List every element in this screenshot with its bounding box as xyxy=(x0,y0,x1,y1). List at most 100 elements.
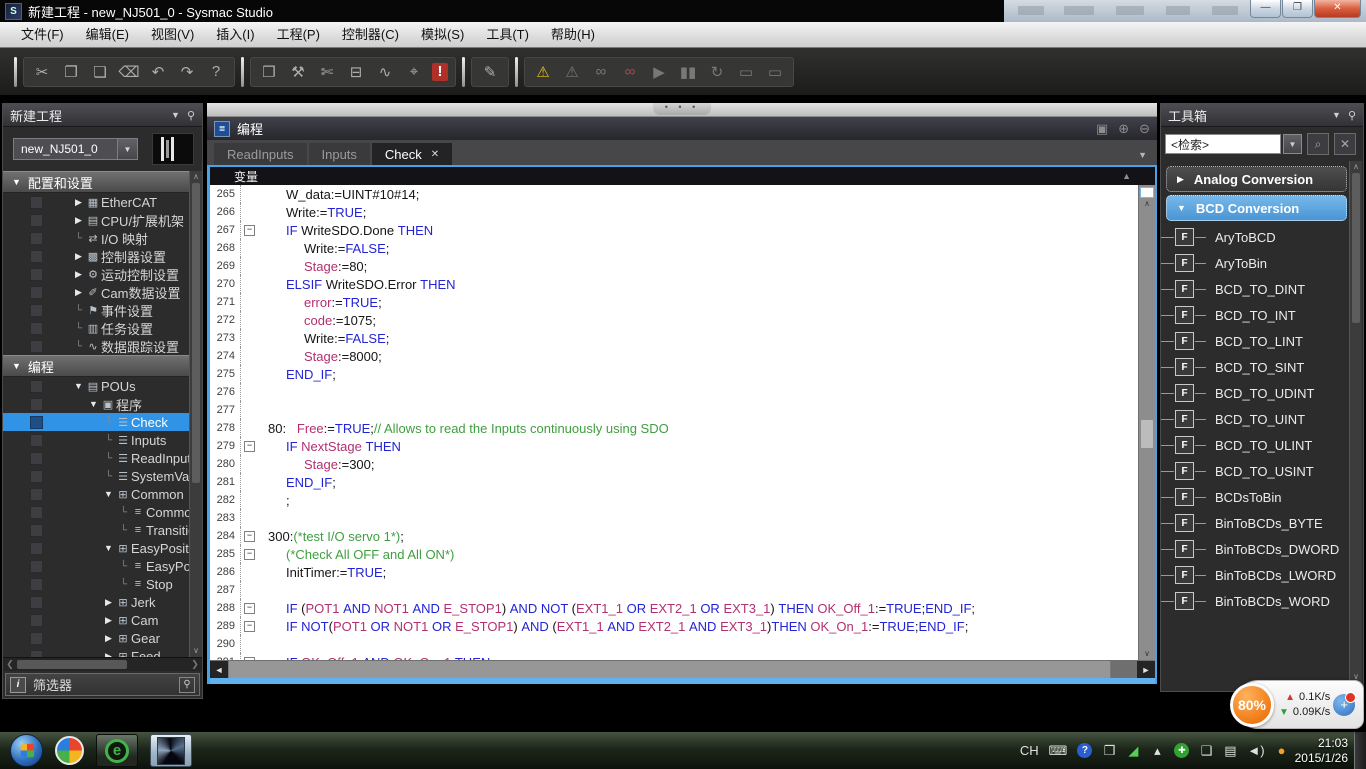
tab-readinputs[interactable]: ReadInputs xyxy=(214,143,307,165)
antivirus-icon[interactable]: ✚ xyxy=(1174,743,1189,758)
toolbox-item-bintobcds-lword[interactable]: FBinToBCDs_LWORD xyxy=(1161,562,1363,588)
watch-window-icon[interactable]: ⊟ xyxy=(345,61,367,83)
item-checkbox[interactable] xyxy=(30,470,43,483)
collapse-box-icon[interactable]: − xyxy=(244,225,255,236)
tree-item-item[interactable]: └⚑事件设置 xyxy=(3,301,202,319)
menu-s[interactable]: 模拟(S) xyxy=(410,24,475,46)
expand-icon[interactable]: ▼ xyxy=(87,399,100,409)
menu-h[interactable]: 帮助(H) xyxy=(540,24,606,46)
code-line[interactable]: 273Write:=FALSE; xyxy=(210,329,1138,347)
tree-item-easypositi[interactable]: └≡EasyPositi xyxy=(3,557,202,575)
search-clear-button[interactable]: ✕ xyxy=(1334,133,1356,155)
section-header-item[interactable]: ▼编程 xyxy=(3,355,202,377)
code-line[interactable]: 270ELSIF WriteSDO.Error THEN xyxy=(210,275,1138,293)
code-line[interactable]: 291−IF OK_Off_1 AND OK_On_1 THEN xyxy=(210,653,1138,660)
menu-v[interactable]: 视图(V) xyxy=(140,24,205,46)
monitor-icon[interactable]: ∞ xyxy=(590,61,612,83)
menu-p[interactable]: 工程(P) xyxy=(266,24,331,46)
code-line[interactable]: 288−IF (POT1 AND NOT1 AND E_STOP1) AND N… xyxy=(210,599,1138,617)
toolbox-item-bcd-to-udint[interactable]: FBCD_TO_UDINT xyxy=(1161,380,1363,406)
tree-item-item[interactable]: └∿数据跟踪设置 xyxy=(3,337,202,355)
splitter-handle-icon[interactable]: • • • xyxy=(653,103,711,115)
scroll-up-icon[interactable]: ∧ xyxy=(190,171,202,183)
code-line[interactable]: 272code:=1075; xyxy=(210,311,1138,329)
close-button[interactable]: ✕ xyxy=(1314,0,1361,18)
tree-item-check[interactable]: └☰Check xyxy=(3,413,202,431)
search-button[interactable]: ⌕ xyxy=(1307,133,1329,155)
tree-item-pous[interactable]: ▼▤POUs xyxy=(3,377,202,395)
tree-hscrollbar[interactable]: ❮ ❯ xyxy=(3,657,202,671)
fold-marker[interactable]: − xyxy=(241,221,258,239)
item-checkbox[interactable] xyxy=(30,380,43,393)
tree-item-item[interactable]: ▶▩控制器设置 xyxy=(3,247,202,265)
item-checkbox[interactable] xyxy=(30,524,43,537)
toolbox-item-bcd-to-dint[interactable]: FBCD_TO_DINT xyxy=(1161,276,1363,302)
browser-taskbar-button[interactable]: e xyxy=(96,734,138,767)
tree-item-gear[interactable]: ▶⊞Gear xyxy=(3,629,202,647)
code-line[interactable]: 284−300:(*test I/O servo 1*); xyxy=(210,527,1138,545)
scroll-left-icon[interactable]: ❮ xyxy=(3,659,17,670)
scroll-up-icon[interactable]: ∧ xyxy=(1350,161,1362,173)
scroll-up-icon[interactable]: ∧ xyxy=(1144,198,1150,210)
search-input[interactable]: <检索> xyxy=(1165,134,1281,154)
network-status-icon[interactable]: ▤ xyxy=(1223,743,1237,759)
code-line[interactable]: 269Stage:=80; xyxy=(210,257,1138,275)
minimize-button[interactable]: — xyxy=(1250,0,1281,18)
rebuild-icon[interactable]: ⚠ xyxy=(561,61,583,83)
expand-icon[interactable]: ▼ xyxy=(72,381,85,391)
tree-item-transition[interactable]: └≡Transition xyxy=(3,521,202,539)
code-hscrollbar[interactable]: ◄ ► xyxy=(210,660,1155,678)
tree-item-common[interactable]: ▼⊞Common xyxy=(3,485,202,503)
taskbar-clock[interactable]: 21:03 2015/1/26 xyxy=(1295,736,1348,766)
hscroll-thumb[interactable] xyxy=(228,661,1111,678)
redo-icon[interactable]: ↷ xyxy=(176,61,198,83)
expand-icon[interactable]: ▶ xyxy=(72,269,85,280)
show-desktop-button[interactable] xyxy=(1354,732,1366,769)
filter-bar[interactable]: i 筛选器 ⚲ xyxy=(5,673,200,696)
code-line[interactable]: 277 xyxy=(210,401,1138,419)
expand-icon[interactable]: ▶ xyxy=(72,197,85,208)
collapse-box-icon[interactable]: − xyxy=(244,621,255,632)
code-line[interactable]: 266Write:=TRUE; xyxy=(210,203,1138,221)
scroll-left-icon[interactable]: ◄ xyxy=(210,661,228,678)
tree-item-item[interactable]: ▶⚙运动控制设置 xyxy=(3,265,202,283)
menu-e[interactable]: 编辑(E) xyxy=(75,24,140,46)
tab-check[interactable]: Check✕ xyxy=(372,143,452,165)
tab-list-caret-icon[interactable]: ▼ xyxy=(1138,150,1147,160)
stop-monitor-icon[interactable]: ∞ xyxy=(619,61,641,83)
code-line[interactable]: 289−IF NOT(POT1 OR NOT1 OR E_STOP1) AND … xyxy=(210,617,1138,635)
app-360-icon[interactable] xyxy=(55,736,84,765)
fold-marker[interactable]: − xyxy=(241,617,258,635)
keyboard-icon[interactable]: ⌨ xyxy=(1049,743,1068,759)
toolbox-item-arytobin[interactable]: FAryToBin xyxy=(1161,250,1363,276)
window-switch-icon[interactable]: ❒ xyxy=(1102,743,1116,759)
expand-icon[interactable]: ▶ xyxy=(102,633,115,644)
tree-item-cam[interactable]: ▶⊞Cam xyxy=(3,611,202,629)
help-icon[interactable]: ? xyxy=(205,61,227,83)
item-checkbox[interactable] xyxy=(30,196,43,209)
item-checkbox[interactable] xyxy=(30,632,43,645)
item-checkbox[interactable] xyxy=(30,416,43,429)
program-mode-icon[interactable]: ▮▮ xyxy=(677,61,699,83)
cut-icon[interactable]: ✂ xyxy=(31,61,53,83)
menu-c[interactable]: 控制器(C) xyxy=(331,24,410,46)
fold-marker[interactable]: − xyxy=(241,545,258,563)
cross-reference-icon[interactable]: ✄ xyxy=(316,61,338,83)
copy-icon[interactable]: ❐ xyxy=(60,61,82,83)
toolbox-item-bintobcds-dword[interactable]: FBinToBCDs_DWORD xyxy=(1161,536,1363,562)
collapse-box-icon[interactable]: − xyxy=(244,549,255,560)
fit-to-window-icon[interactable]: ▣ xyxy=(1096,121,1108,137)
item-checkbox[interactable] xyxy=(30,434,43,447)
code-line[interactable]: 283 xyxy=(210,509,1138,527)
hscroll-thumb[interactable] xyxy=(17,660,127,669)
scroll-thumb[interactable] xyxy=(192,183,200,483)
code-line[interactable]: 285−(*Check All OFF and All ON*) xyxy=(210,545,1138,563)
item-checkbox[interactable] xyxy=(30,304,43,317)
scroll-right-icon[interactable]: ► xyxy=(1137,661,1155,678)
item-checkbox[interactable] xyxy=(30,286,43,299)
item-checkbox[interactable] xyxy=(30,250,43,263)
toolbox-scrollbar[interactable]: ∧ ∨ xyxy=(1349,161,1362,683)
item-checkbox[interactable] xyxy=(30,214,43,227)
sysmac-studio-taskbar-button[interactable] xyxy=(150,734,192,767)
pane-splitter[interactable]: • • • xyxy=(207,103,1157,117)
